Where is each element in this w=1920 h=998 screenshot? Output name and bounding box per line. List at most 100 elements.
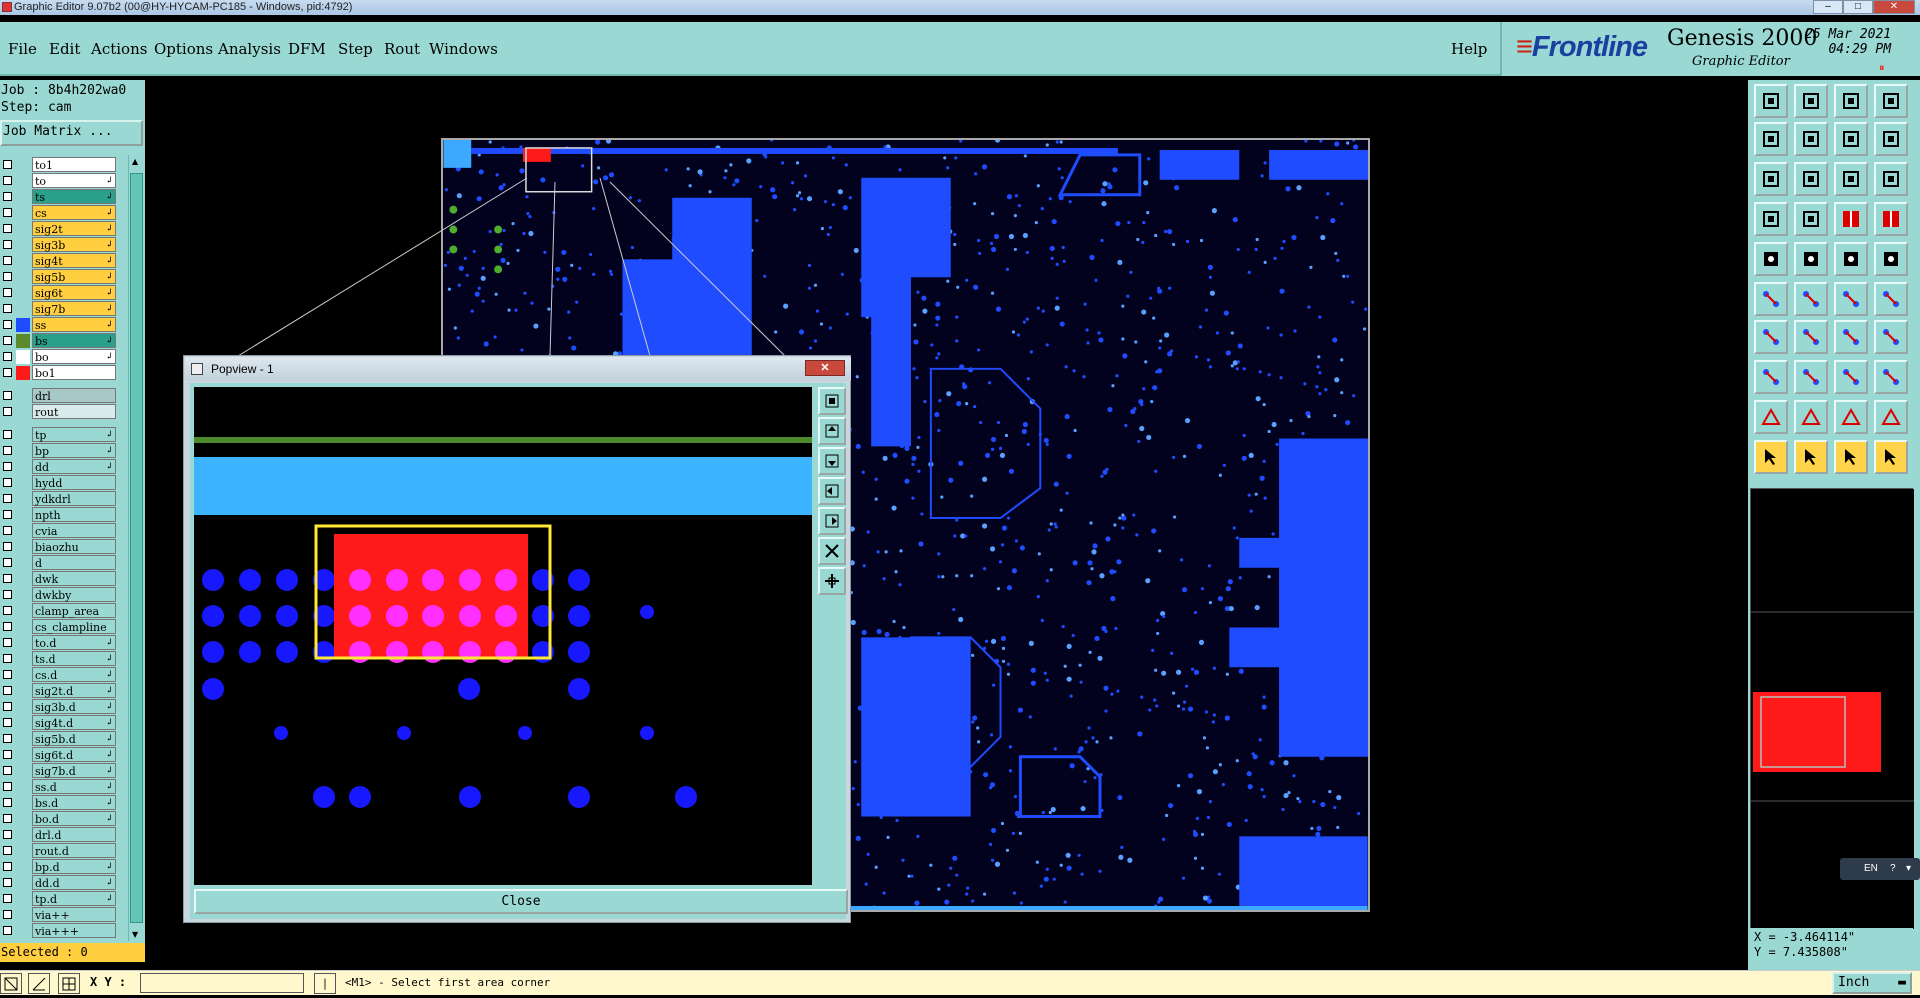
- menu-windows[interactable]: Windows: [429, 40, 498, 58]
- layer-color-swatch[interactable]: [16, 476, 30, 490]
- layer-color-swatch[interactable]: [16, 158, 30, 172]
- layer-name[interactable]: bp.d ↲: [32, 859, 116, 874]
- layer-color-swatch[interactable]: [16, 844, 30, 858]
- layer-row[interactable]: sig3b ↲: [0, 237, 118, 253]
- layer-color-swatch[interactable]: [16, 588, 30, 602]
- flip-icon[interactable]: [1874, 320, 1908, 354]
- scroll-down-icon[interactable]: ▼: [132, 930, 138, 939]
- menu-step[interactable]: Step: [338, 40, 373, 58]
- layer-name[interactable]: drl.d: [32, 827, 116, 842]
- popview-center-icon[interactable]: [818, 567, 846, 595]
- layer-color-swatch[interactable]: [16, 318, 30, 332]
- triangle-fill-icon[interactable]: [1794, 400, 1828, 434]
- layer-checkbox[interactable]: [3, 208, 12, 217]
- popview-close-button[interactable]: Close: [194, 889, 848, 914]
- layer-name[interactable]: sig6t.d ↲: [32, 747, 116, 762]
- triangle-bold-icon[interactable]: [1834, 400, 1868, 434]
- layer-color-swatch[interactable]: [16, 668, 30, 682]
- layer-checkbox[interactable]: [3, 606, 12, 615]
- menu-help[interactable]: Help: [1451, 40, 1487, 58]
- layer-name[interactable]: bs ↲: [32, 333, 116, 348]
- layer-name[interactable]: rout: [32, 404, 116, 419]
- popview-close-icon[interactable]: ✕: [805, 360, 845, 376]
- layer-name[interactable]: ts.d ↲: [32, 651, 116, 666]
- units-dropdown-icon[interactable]: ▬: [1898, 974, 1906, 992]
- layer-checkbox[interactable]: [3, 462, 12, 471]
- layer-color-swatch[interactable]: [16, 428, 30, 442]
- popview-fit-icon[interactable]: [818, 537, 846, 565]
- pointer-move-icon[interactable]: [1874, 440, 1908, 474]
- layer-checkbox[interactable]: [3, 846, 12, 855]
- layer-checkbox[interactable]: [3, 176, 12, 185]
- layer-row[interactable]: via+++: [0, 923, 118, 939]
- layer-color-swatch[interactable]: [16, 876, 30, 890]
- layer-color-swatch[interactable]: [16, 492, 30, 506]
- layer-row[interactable]: bp.d ↲: [0, 859, 118, 875]
- popview-right-icon[interactable]: [818, 507, 846, 535]
- layer-checkbox[interactable]: [3, 494, 12, 503]
- layer-checkbox[interactable]: [3, 894, 12, 903]
- layer-name[interactable]: ss ↲: [32, 317, 116, 332]
- layer-checkbox[interactable]: [3, 590, 12, 599]
- layer-row[interactable]: cs_clampline: [0, 619, 118, 635]
- layer-scrollbar[interactable]: ▲ ▼: [128, 155, 144, 941]
- layer-color-swatch[interactable]: [16, 748, 30, 762]
- link-icon[interactable]: [1874, 282, 1908, 316]
- popview-zoom-in-icon[interactable]: [818, 387, 846, 415]
- layer-checkbox[interactable]: [3, 718, 12, 727]
- swap-icon[interactable]: [1834, 122, 1868, 156]
- fit-screen-icon[interactable]: [1754, 162, 1788, 196]
- close-panel-icon[interactable]: [1874, 84, 1908, 118]
- layer-split-icon[interactable]: [1834, 202, 1868, 236]
- layer-name[interactable]: to1: [32, 157, 116, 172]
- layer-row[interactable]: dwk: [0, 571, 118, 587]
- job-matrix-button[interactable]: Job Matrix ...: [0, 120, 143, 146]
- measure-icon[interactable]: [28, 973, 50, 994]
- layer-row[interactable]: tp ↲: [0, 427, 118, 443]
- layer-row[interactable]: sig4t ↲: [0, 253, 118, 269]
- minimize-button[interactable]: –: [1813, 0, 1843, 14]
- layer-row[interactable]: biaozhu: [0, 539, 118, 555]
- menu-options[interactable]: Options: [154, 40, 213, 58]
- layer-row[interactable]: dd.d ↲: [0, 875, 118, 891]
- layer-name[interactable]: cvia: [32, 523, 116, 538]
- layer-color-swatch[interactable]: [16, 389, 30, 403]
- popview-titlebar[interactable]: Popview - 1 ✕: [185, 357, 851, 381]
- layer-checkbox[interactable]: [3, 304, 12, 313]
- palette-icon[interactable]: [1754, 202, 1788, 236]
- layer-checkbox[interactable]: [3, 814, 12, 823]
- popview-down-icon[interactable]: [818, 447, 846, 475]
- layer-checkbox[interactable]: [3, 526, 12, 535]
- layer-row[interactable]: cvia: [0, 523, 118, 539]
- layer-row[interactable]: sig2t ↲: [0, 221, 118, 237]
- layer-row[interactable]: ts ↲: [0, 189, 118, 205]
- layer-checkbox[interactable]: [3, 926, 12, 935]
- layer-checkbox[interactable]: [3, 368, 12, 377]
- layer-row[interactable]: ts.d ↲: [0, 651, 118, 667]
- layer-checkbox[interactable]: [3, 878, 12, 887]
- layer-name[interactable]: ss.d ↲: [32, 779, 116, 794]
- layer-checkbox[interactable]: [3, 391, 12, 400]
- layer-row[interactable]: sig4t.d ↲: [0, 715, 118, 731]
- menu-dfm[interactable]: DFM: [288, 40, 326, 58]
- layer-color-swatch[interactable]: [16, 684, 30, 698]
- layer-name[interactable]: sig5b.d ↲: [32, 731, 116, 746]
- layer-color-swatch[interactable]: [16, 405, 30, 419]
- layer-checkbox[interactable]: [3, 240, 12, 249]
- line-style-icon[interactable]: [1834, 242, 1868, 276]
- layer-name[interactable]: bo.d ↲: [32, 811, 116, 826]
- layer-name[interactable]: cs_clampline: [32, 619, 116, 634]
- layer-checkbox[interactable]: [3, 446, 12, 455]
- layer-row[interactable]: drl.d: [0, 827, 118, 843]
- layer-name[interactable]: sig7b.d ↲: [32, 763, 116, 778]
- layer-row[interactable]: bo1: [0, 365, 118, 381]
- layer-checkbox[interactable]: [3, 542, 12, 551]
- layer-checkbox[interactable]: [3, 430, 12, 439]
- layer-row[interactable]: bs ↲: [0, 333, 118, 349]
- layer-checkbox[interactable]: [3, 288, 12, 297]
- menu-edit[interactable]: Edit: [49, 40, 80, 58]
- layer-color-swatch[interactable]: [16, 444, 30, 458]
- layer-name[interactable]: to ↲: [32, 173, 116, 188]
- route-icon[interactable]: [1874, 122, 1908, 156]
- layer-name[interactable]: dd.d ↲: [32, 875, 116, 890]
